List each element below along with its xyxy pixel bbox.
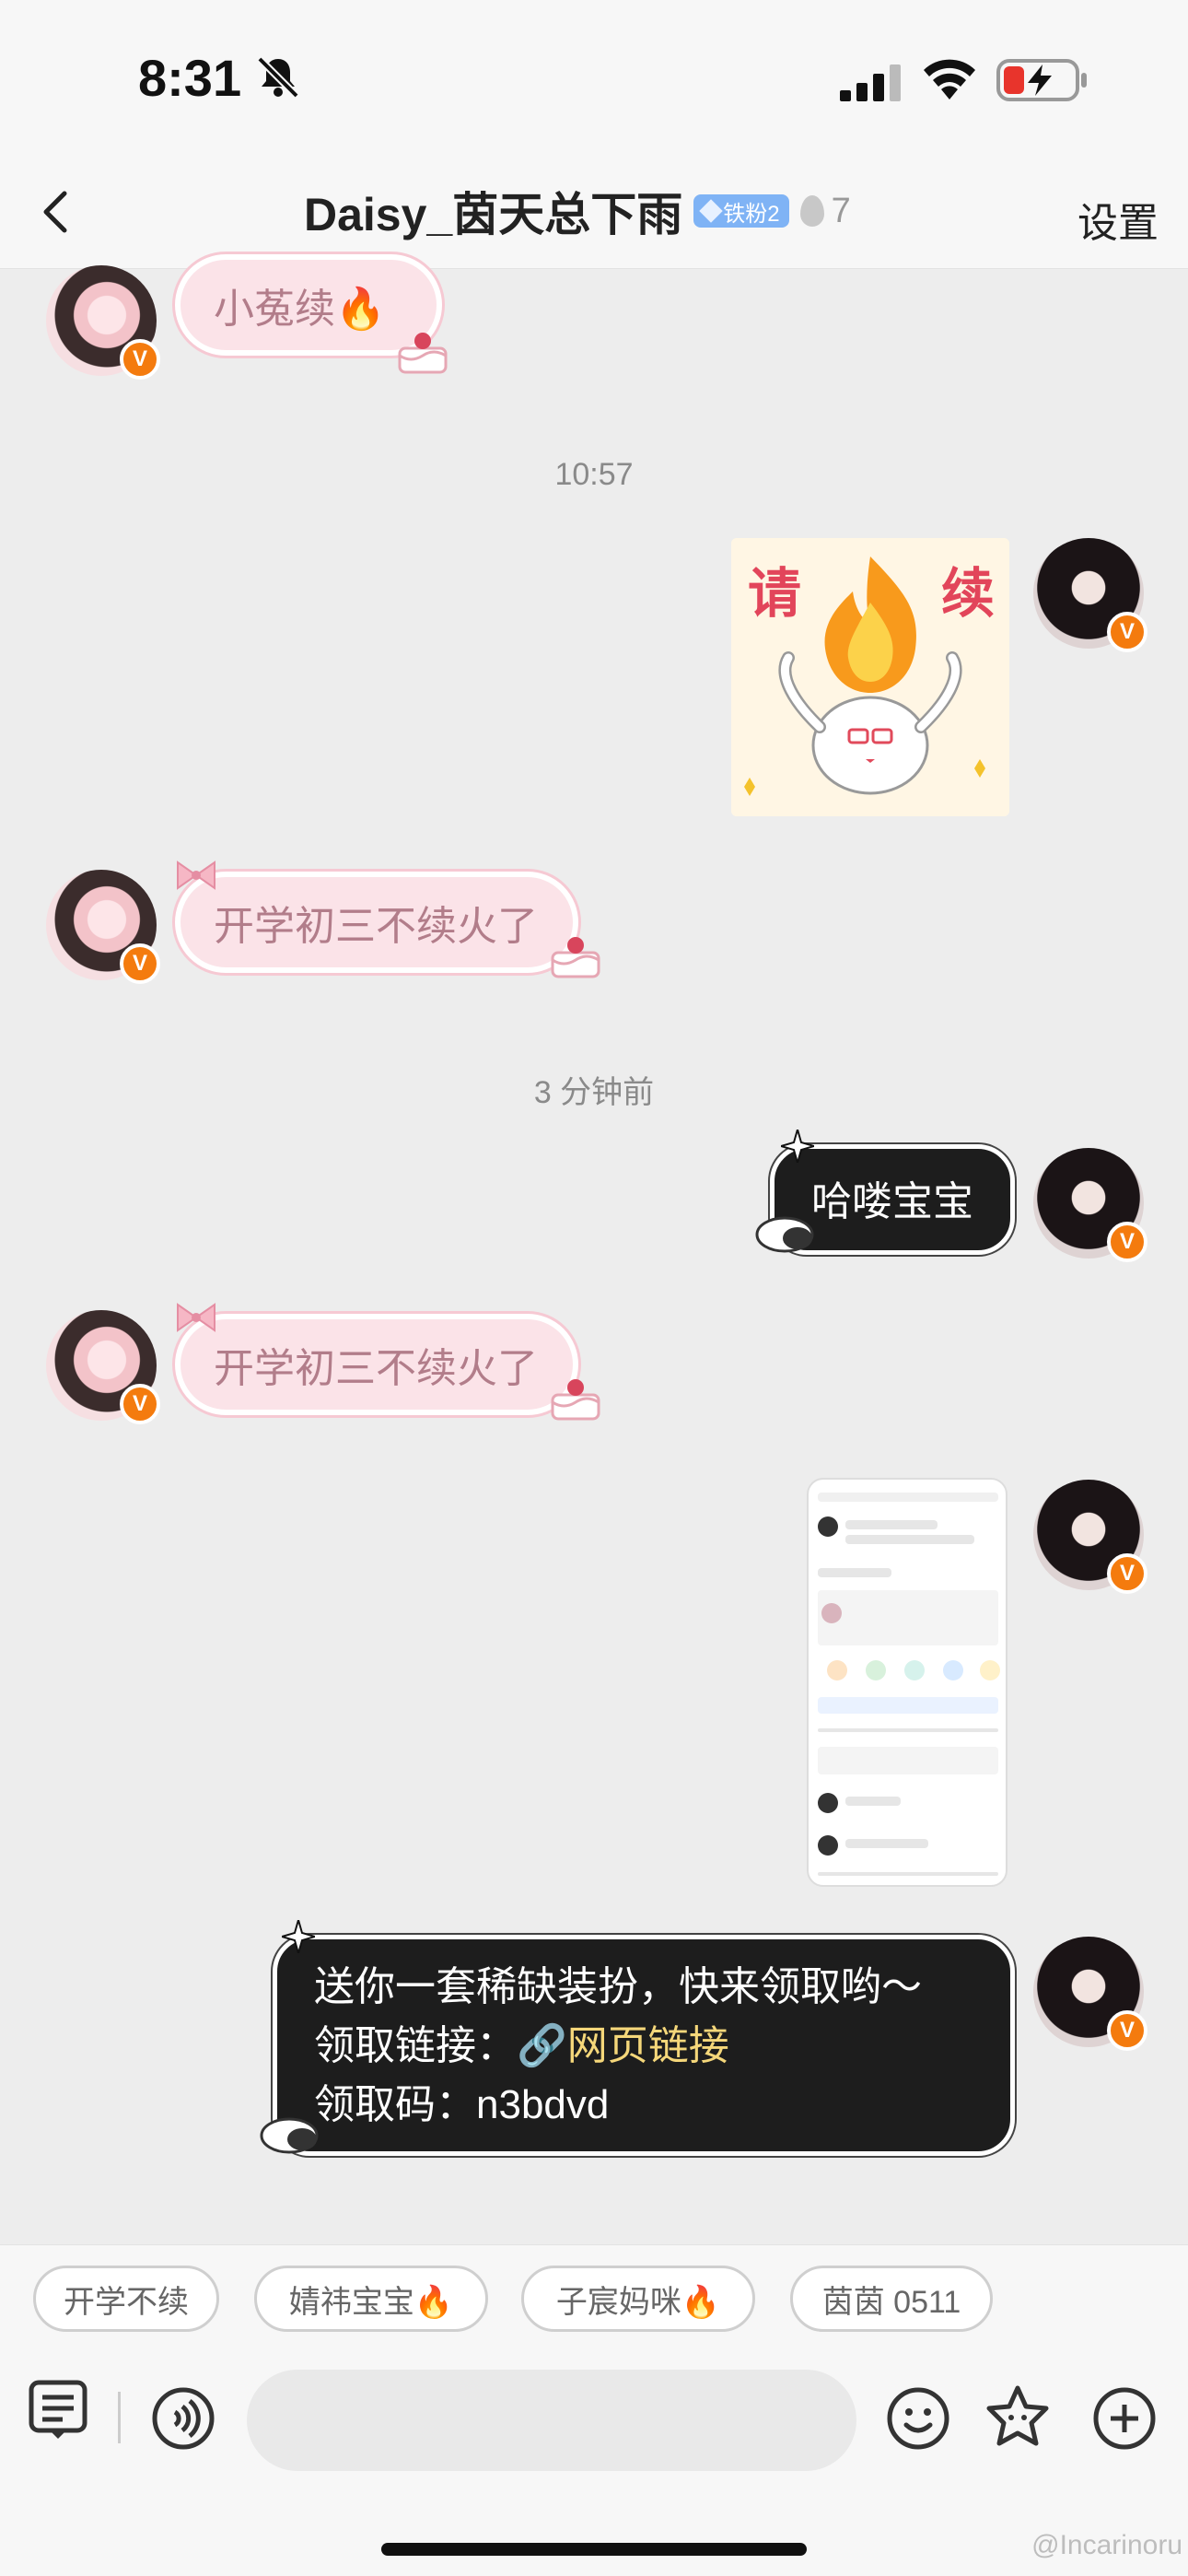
avatar[interactable]: V: [1033, 1480, 1147, 1594]
verified-badge-icon: V: [120, 339, 160, 380]
fan-level-badge: 铁粉2: [693, 194, 789, 228]
message-line-3: 领取码：n3bdvd: [314, 2082, 610, 2127]
cake-decoration-icon: [551, 1379, 600, 1421]
bow-decoration-icon: [177, 861, 215, 890]
message-text: 小菟续🔥: [214, 287, 386, 332]
cat-decoration-icon: [260, 2117, 319, 2154]
cat-decoration-icon: [755, 1216, 814, 1253]
avatar[interactable]: V: [1033, 538, 1147, 652]
chat-title: Daisy_茵天总下雨: [304, 189, 683, 240]
emoji-icon[interactable]: [886, 2386, 950, 2451]
bow-decoration-icon: [177, 1303, 215, 1332]
avatar[interactable]: V: [1033, 1937, 1147, 2051]
status-bar: 8:31: [0, 0, 1188, 157]
back-arrow-icon[interactable]: [29, 184, 85, 240]
status-time: 8:31: [138, 49, 242, 107]
watermark: @Incarinoru: [1031, 2530, 1182, 2560]
chat-header: Daisy_茵天总下雨 铁粉2 7 设置: [0, 157, 1188, 269]
message-input[interactable]: [247, 2370, 856, 2471]
verified-badge-icon: V: [1107, 2010, 1147, 2051]
quick-reply-chip[interactable]: 婧祎宝宝🔥: [254, 2266, 488, 2332]
avatar[interactable]: V: [1033, 1148, 1147, 1262]
message-text: 开学初三不续火了: [214, 1346, 538, 1391]
message-line-1: 送你一套稀缺装扮，快来领取哟～: [314, 1964, 922, 2009]
battery-charging-icon: [996, 59, 1087, 101]
cellular-signal-icon: [840, 64, 901, 101]
message-bubble[interactable]: 开学初三不续火了: [175, 872, 578, 973]
link-icon: 🔗: [517, 2023, 567, 2068]
verified-badge-icon: V: [1107, 1553, 1147, 1594]
cake-decoration-icon: [398, 333, 448, 374]
avatar[interactable]: V: [46, 870, 160, 984]
web-link[interactable]: 网页链接: [567, 2023, 729, 2068]
verified-badge-icon: V: [1107, 1222, 1147, 1262]
verified-badge-icon: V: [120, 1384, 160, 1424]
timestamp: 10:57: [554, 457, 634, 492]
sticker-text-left: 请: [748, 562, 801, 625]
divider: [118, 2392, 121, 2443]
quick-reply-chip[interactable]: 茵茵 0511: [790, 2266, 993, 2332]
quick-reply-bar: 开学不续 婧祎宝宝🔥 子宸妈咪🔥 茵茵 0511: [0, 2244, 1188, 2355]
link-label: 领取链接：: [314, 2023, 517, 2068]
quick-reply-chip[interactable]: 子宸妈咪🔥: [521, 2266, 755, 2332]
message-line-2: 领取链接：🔗网页链接: [314, 2017, 1010, 2076]
fire-count-value: 7: [831, 191, 851, 230]
avatar[interactable]: V: [46, 1310, 160, 1424]
home-indicator[interactable]: [381, 2543, 807, 2556]
flame-icon: [799, 195, 824, 227]
message-bubble[interactable]: 开学初三不续火了: [175, 1314, 578, 1415]
avatar[interactable]: V: [46, 265, 160, 380]
verified-badge-icon: V: [120, 943, 160, 984]
message-list[interactable]: V 小菟续🔥 10:57 V 请 续 V 开学初三不续火了 3 分钟前 V 哈喽…: [0, 254, 1188, 2244]
image-message[interactable]: [807, 1478, 1007, 1887]
voice-input-icon[interactable]: [151, 2386, 215, 2451]
diamond-icon: [699, 199, 723, 223]
message-text: 哈喽宝宝: [811, 1179, 973, 1224]
silent-bell-icon: [257, 56, 299, 99]
verified-badge-icon: V: [1107, 612, 1147, 652]
chat-title-group[interactable]: Daisy_茵天总下雨 铁粉2 7: [304, 179, 893, 243]
sticker-icon[interactable]: [985, 2384, 1050, 2449]
timestamp: 3 分钟前: [533, 1075, 655, 1110]
sticker-illustration: 请 续: [731, 538, 1009, 816]
settings-button[interactable]: 设置: [1077, 190, 1159, 249]
message-bubble[interactable]: 送你一套稀缺装扮，快来领取哟～ 领取链接：🔗网页链接 领取码：n3bdvd: [273, 1935, 1015, 2156]
sparkle-icon: [781, 1130, 814, 1163]
quick-reply-chip[interactable]: 开学不续: [33, 2266, 219, 2332]
sticker-text-right: 续: [941, 562, 995, 625]
message-text: 开学初三不续火了: [214, 904, 538, 949]
sparkle-icon: [282, 1920, 315, 1953]
fire-streak: 7: [799, 191, 851, 231]
fan-badge-label: 铁粉2: [723, 201, 780, 227]
cake-decoration-icon: [551, 937, 600, 978]
add-more-icon[interactable]: [1092, 2386, 1157, 2451]
menu-list-icon[interactable]: [26, 2377, 90, 2441]
wifi-icon: [924, 59, 975, 100]
sticker-message[interactable]: 请 续: [731, 538, 1009, 816]
